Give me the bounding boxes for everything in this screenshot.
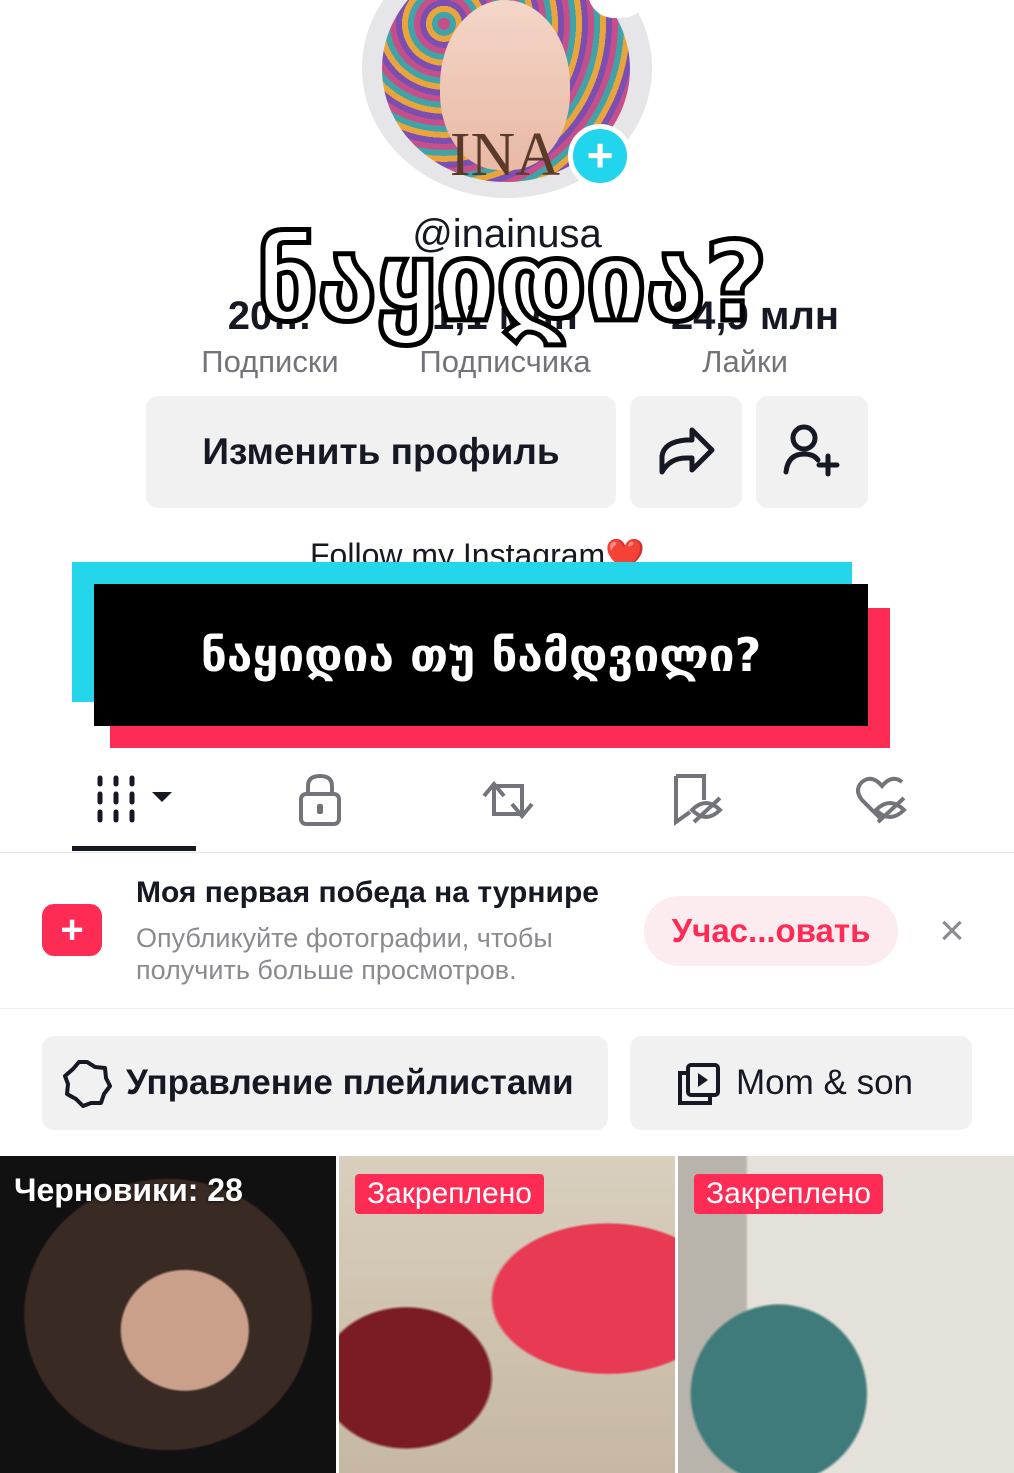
likes-label: Лайки	[702, 344, 788, 379]
tab-videos[interactable]	[94, 770, 174, 830]
tab-tagged[interactable]	[668, 770, 748, 830]
promo-title: Моя первая победа на турнире	[136, 876, 599, 909]
promo-subtitle: Опубликуйте фотографии, чтобы получить б…	[136, 923, 553, 985]
manage-playlists-button[interactable]: Управление плейлистами	[42, 1036, 608, 1130]
avatar-logo-text: INA	[449, 121, 561, 189]
tab-private[interactable]	[290, 770, 370, 830]
tab-liked[interactable]	[852, 770, 932, 830]
playlist-mom-son[interactable]: Mom & son	[630, 1036, 972, 1130]
followers-label: Подписчика	[419, 344, 591, 379]
promo-add-icon: +	[42, 904, 102, 956]
add-avatar-button[interactable]: +	[568, 124, 632, 188]
video-thumbnail[interactable]: Закреплено	[339, 1156, 675, 1473]
gear-icon	[63, 1060, 112, 1108]
tagged-hidden-icon	[674, 774, 723, 826]
playlist-mom-son-label: Mom & son	[736, 1063, 913, 1102]
tabs-divider	[0, 852, 1014, 853]
following-label: Подписки	[201, 344, 339, 379]
active-tab-indicator	[72, 846, 196, 851]
pinned-badge: Закреплено	[694, 1174, 883, 1214]
edit-profile-button[interactable]: Изменить профиль	[146, 396, 616, 508]
close-icon[interactable]: ×	[930, 906, 974, 956]
pinned-badge: Закреплено	[355, 1174, 544, 1214]
add-friend-button[interactable]	[756, 396, 868, 508]
manage-playlists-label: Управление плейлистами	[126, 1063, 574, 1102]
playlist-icon	[678, 1063, 720, 1105]
overlay-caption: ნაყიდია?	[254, 216, 771, 349]
videos-grid-icon	[97, 775, 172, 823]
add-user-icon	[783, 424, 840, 477]
repost-icon	[482, 780, 534, 820]
participate-button[interactable]: Учас...овать	[644, 896, 898, 966]
share-icon	[659, 427, 715, 475]
tab-reposts[interactable]	[478, 770, 558, 830]
liked-hidden-icon	[856, 776, 907, 824]
promo-divider	[0, 1008, 1014, 1009]
drafts-thumbnail[interactable]: Черновики: 28	[0, 1156, 336, 1473]
share-profile-button[interactable]	[630, 396, 742, 508]
lock-icon	[299, 773, 341, 826]
video-thumbnail[interactable]: Закреплено	[678, 1156, 1014, 1473]
drafts-label: Черновики: 28	[14, 1172, 243, 1208]
edit-profile-label: Изменить профиль	[202, 431, 560, 472]
banner-caption: ნაყიდია თუ ნამდვილი?	[200, 628, 762, 682]
